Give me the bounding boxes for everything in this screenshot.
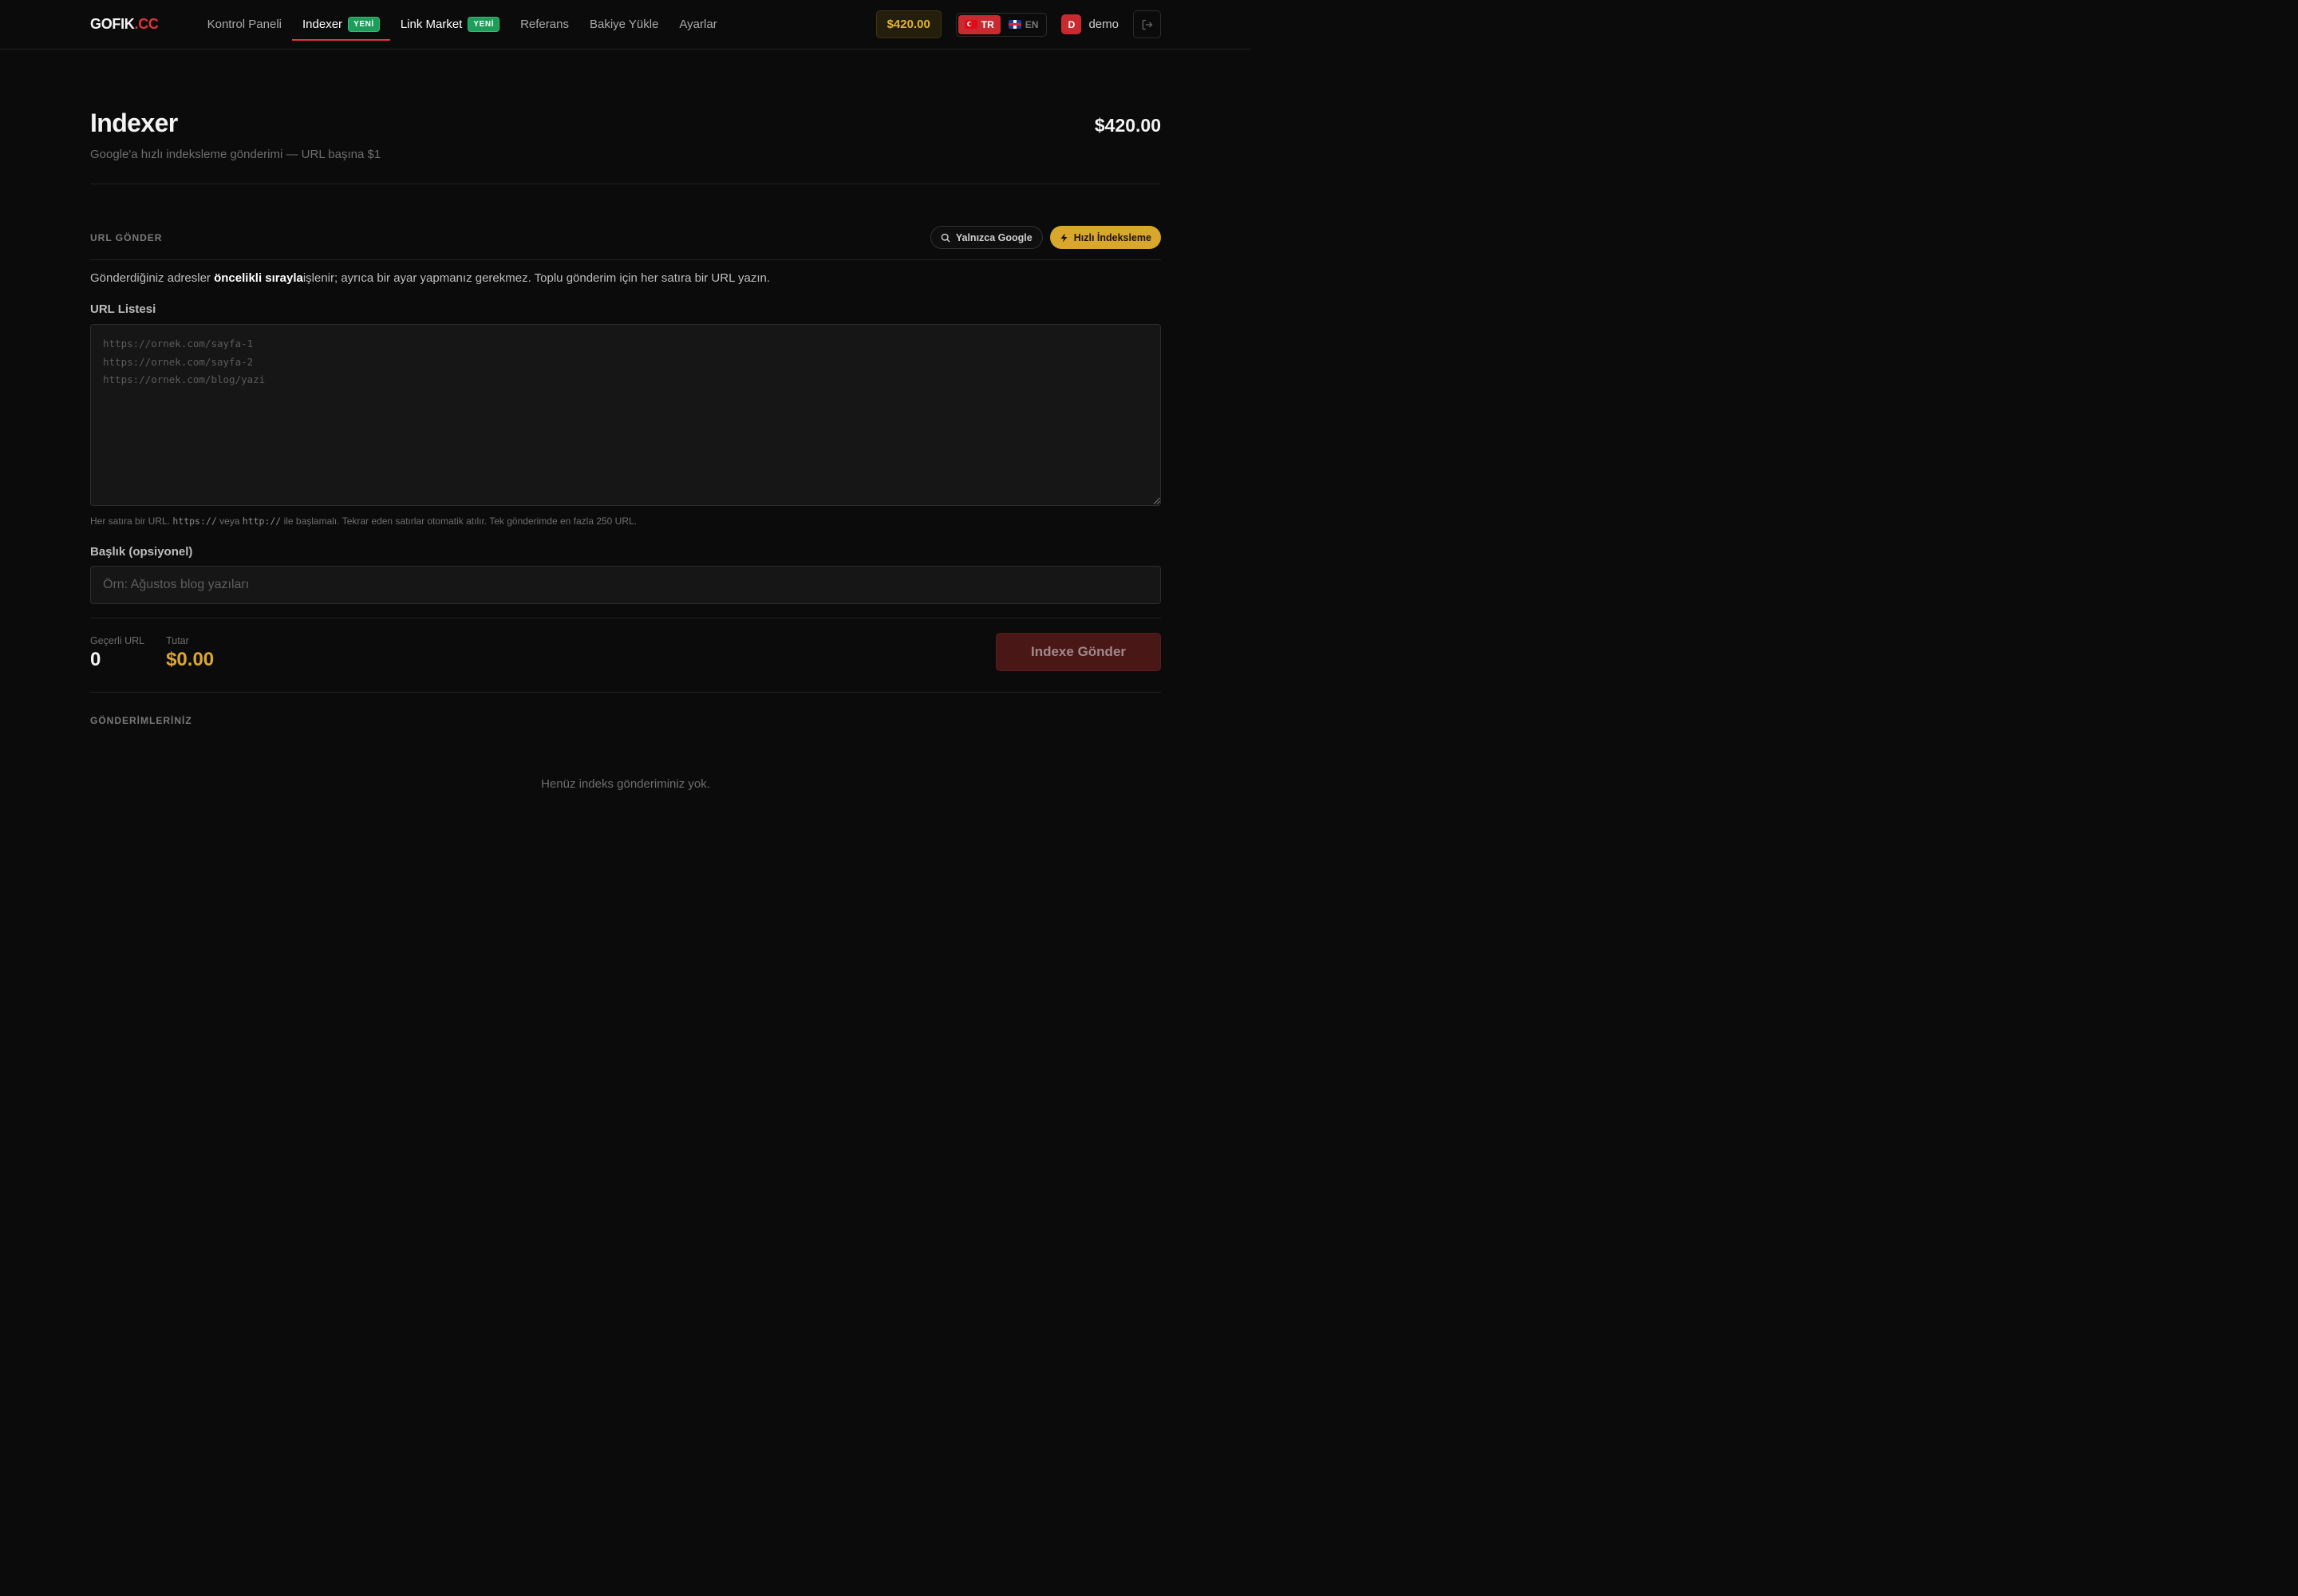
lang-en-button[interactable]: EN	[1002, 15, 1045, 34]
hint-text: ile başlamalı. Tekrar eden satırlar otom…	[281, 516, 638, 527]
page-subtitle: Google'a hızlı indeksleme gönderimi — UR…	[90, 148, 381, 161]
page-header: Indexer Google'a hızlı indeksleme gönder…	[90, 109, 1161, 161]
username: demo	[1088, 18, 1119, 31]
nav-item-label: Kontrol Paneli	[207, 18, 282, 31]
nav-item-label: Ayarlar	[679, 18, 717, 31]
desc-text-after: işlenir; ayrıca bir ayar yapmanız gerekm…	[302, 271, 771, 285]
page-title: Indexer	[90, 109, 178, 137]
fast-indexing-chip[interactable]: Hızlı İndeksleme	[1049, 226, 1161, 249]
amount-value: $0.00	[166, 649, 215, 670]
lightning-icon	[1060, 233, 1068, 242]
nav-item-referral[interactable]: Referans	[510, 0, 579, 49]
nav-item-label: Referans	[520, 18, 569, 31]
url-hint: Her satıra bir URL. https:// veya http:/…	[90, 516, 637, 527]
brand-logo[interactable]: GOFIK.CC	[90, 16, 159, 33]
title-field-label: Başlık (opsiyonel)	[90, 545, 193, 559]
lang-tr-button[interactable]: TR	[958, 14, 1001, 34]
logo-main: GOFIK	[90, 16, 135, 32]
nav-item-link-market[interactable]: Link Market YENİ	[390, 0, 510, 49]
nav-item-dashboard[interactable]: Kontrol Paneli	[197, 0, 292, 49]
hint-code: http://	[242, 516, 282, 527]
nav-item-label: Bakiye Yükle	[589, 18, 659, 31]
desc-bold: öncelikli sırayla	[214, 271, 303, 285]
mode-chips: Yalnızca Google Hızlı İndeksleme	[930, 226, 1161, 249]
hint-text: Her satıra bir URL.	[90, 516, 173, 527]
language-switch: TR EN	[955, 12, 1048, 37]
submission-stats: Geçerli URL 0 Tutar $0.00	[90, 635, 214, 671]
amount-stat: Tutar $0.00	[166, 635, 214, 671]
submit-index-button[interactable]: Indexe Gönder	[996, 633, 1161, 671]
nav-item-indexer[interactable]: Indexer YENİ	[292, 0, 390, 49]
search-icon	[941, 233, 950, 242]
nav-item-top-up[interactable]: Bakiye Yükle	[579, 0, 669, 49]
logo-suffix: .CC	[134, 16, 159, 32]
nav-right: $420.00 TR EN D demo	[875, 10, 1161, 38]
empty-state-message: Henüz indeks gönderiminiz yok.	[541, 777, 710, 791]
section-label-submit: URL GÖNDER	[90, 232, 163, 243]
nav-item-label: Link Market	[400, 18, 463, 31]
nav-item-settings[interactable]: Ayarlar	[669, 0, 727, 49]
section-divider	[90, 259, 1161, 260]
chip-label: Hızlı İndeksleme	[1073, 231, 1151, 243]
chip-label: Yalnızca Google	[955, 231, 1033, 243]
valid-url-value: 0	[90, 649, 101, 670]
desc-text: Gönderdiğiniz adresler	[90, 271, 215, 285]
new-badge: YENİ	[468, 17, 500, 32]
balance-pill[interactable]: $420.00	[875, 10, 942, 38]
logout-icon	[1142, 19, 1152, 30]
resize-handle-icon[interactable]	[1153, 497, 1160, 504]
url-list-textarea[interactable]	[90, 324, 1161, 506]
uk-flag-icon	[1008, 20, 1021, 29]
avatar: D	[1061, 14, 1082, 34]
header-balance: $420.00	[1094, 115, 1161, 136]
new-badge: YENİ	[348, 17, 380, 32]
nav-item-label: Indexer	[302, 18, 343, 31]
url-list-label: URL Listesi	[90, 302, 156, 316]
top-navbar: GOFIK.CC Kontrol Paneli Indexer YENİ Lin…	[0, 0, 1251, 49]
hint-text: veya	[216, 516, 243, 527]
hint-code: https://	[172, 516, 217, 527]
nav-links: Kontrol Paneli Indexer YENİ Link Market …	[197, 0, 728, 49]
turkey-flag-icon	[964, 20, 977, 29]
submissions-divider	[90, 692, 1161, 693]
section-label-submissions: GÖNDERİMLERİNİZ	[90, 715, 192, 726]
lang-en-label: EN	[1025, 18, 1039, 30]
section-description: Gönderdiğiniz adresler öncelikli sırayla…	[90, 271, 770, 285]
valid-url-label: Geçerli URL	[90, 635, 145, 646]
indexer-page: GOFIK.CC Kontrol Paneli Indexer YENİ Lin…	[0, 0, 1251, 869]
lang-tr-label: TR	[981, 18, 994, 30]
title-input[interactable]	[90, 566, 1161, 604]
google-only-chip[interactable]: Yalnızca Google	[930, 226, 1043, 249]
valid-url-stat: Geçerli URL 0	[90, 635, 144, 671]
amount-label: Tutar	[166, 635, 189, 646]
user-menu[interactable]: D demo	[1061, 14, 1119, 34]
logout-button[interactable]	[1133, 10, 1161, 38]
